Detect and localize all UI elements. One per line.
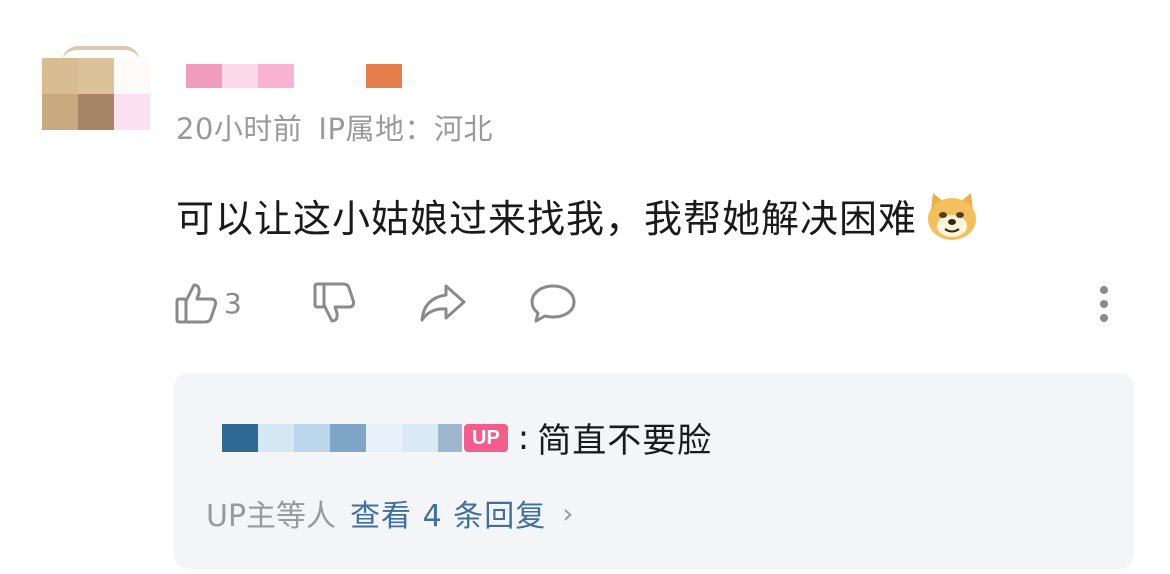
ip-location: IP属地：河北 xyxy=(318,112,493,146)
reply-summary-prefix: UP主等人 xyxy=(206,499,337,534)
view-replies-link[interactable]: 查看 4 条回复 xyxy=(350,491,546,535)
share-button[interactable] xyxy=(418,280,468,326)
share-icon xyxy=(418,280,468,326)
up-badge: UP xyxy=(464,423,508,452)
reply-text: 简直不要脸 xyxy=(537,421,713,461)
doge-emoji-icon xyxy=(925,189,979,243)
thumb-down-icon xyxy=(312,280,358,326)
comment-content: 可以让这小姑娘过来找我，我帮她解决困难 xyxy=(176,188,979,243)
avatar[interactable] xyxy=(42,46,150,138)
comment-bubble-icon xyxy=(528,280,578,326)
reply-button[interactable] xyxy=(528,280,578,326)
dislike-button[interactable] xyxy=(312,280,358,326)
comment-meta: 20小时前 IP属地：河北 xyxy=(176,106,509,148)
comment-time: 20小时前 xyxy=(176,112,303,146)
reply-item: UP : 简直不要脸 xyxy=(222,413,712,462)
like-button[interactable]: 3 xyxy=(174,280,242,326)
comment-item: 20小时前 IP属地：河北 可以让这小姑娘过来找我，我帮她解决困难 3 UP:… xyxy=(0,0,1170,574)
like-count: 3 xyxy=(224,286,242,320)
view-replies[interactable]: UP主等人 查看 4 条回复 › xyxy=(206,491,573,535)
reply-preview-box[interactable]: UP : 简直不要脸 UP主等人 查看 4 条回复 › xyxy=(174,373,1134,569)
chevron-right-icon: › xyxy=(562,496,574,530)
username[interactable] xyxy=(186,64,406,88)
comment-text: 可以让这小姑娘过来找我，我帮她解决困难 xyxy=(176,197,918,241)
comment-actions: 3 xyxy=(174,280,1134,330)
reply-colon: : xyxy=(517,417,530,458)
thumb-up-icon xyxy=(174,280,220,326)
reply-username[interactable] xyxy=(222,423,462,452)
more-vertical-icon xyxy=(1098,286,1110,328)
more-options-button[interactable] xyxy=(1098,284,1110,328)
